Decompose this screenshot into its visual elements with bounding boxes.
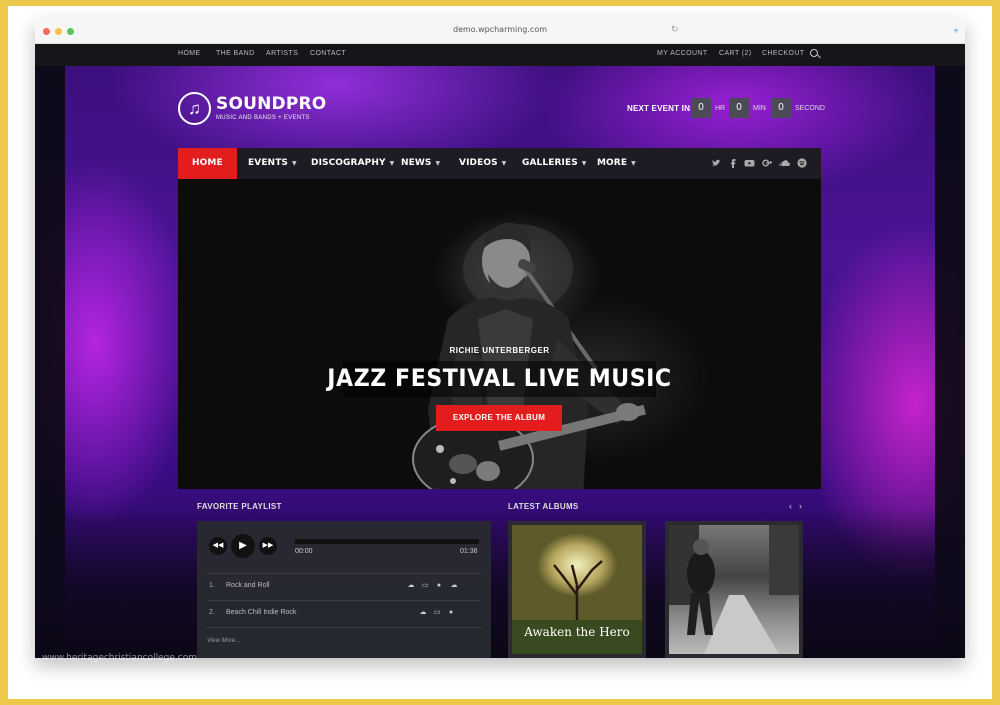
hero-subtitle: RICHIE UNTERBERGER	[449, 346, 550, 355]
toplink-the-band[interactable]: THE BAND	[216, 50, 255, 57]
logo-title[interactable]: SOUNDPRO	[216, 94, 326, 114]
playlist-track[interactable]: 2. Beach Chill Indie Rock ☁ ▭ ●	[207, 600, 481, 624]
toplink-contact[interactable]: CONTACT	[310, 50, 346, 57]
nav-news-label: NEWS	[401, 158, 432, 168]
album-title: Awaken the Hero	[524, 625, 630, 639]
countdown-min-label: MIN	[753, 105, 766, 112]
countdown-seconds: 0	[771, 98, 791, 118]
spotify-icon[interactable]: ●	[435, 582, 443, 589]
toplink-home[interactable]: HOME	[178, 50, 201, 57]
spotify-icon[interactable]	[797, 158, 807, 168]
albums-heading: LATEST ALBUMS	[508, 502, 579, 511]
main-nav: HOME EVENTS ▼ DISCOGRAPHY ▼ NEWS ▼ VIDEOS ▼ …	[178, 148, 821, 179]
chevron-down-icon: ▼	[501, 160, 507, 167]
twitter-icon[interactable]	[711, 158, 721, 168]
soundcloud-icon[interactable]	[779, 158, 790, 168]
nav-discography[interactable]: DISCOGRAPHY ▼	[311, 148, 394, 179]
toplink-artists[interactable]: ARTISTS	[266, 50, 298, 57]
nav-events-label: EVENTS	[248, 158, 289, 168]
toplink-my-account[interactable]: MY ACCOUNT	[657, 50, 708, 57]
browser-window: demo.wpcharming.com ↻ + HOME THE BAND AR…	[35, 18, 965, 658]
cloud-download-icon[interactable]: ☁	[407, 582, 415, 589]
spotify-icon[interactable]: ●	[447, 609, 455, 616]
top-bar: HOME THE BAND ARTISTS CONTACT MY ACCOUNT…	[35, 44, 965, 66]
nav-videos[interactable]: VIDEOS ▼	[459, 148, 506, 179]
duration: 01:36	[460, 548, 478, 555]
chevron-down-icon: ▼	[389, 160, 395, 167]
nav-discography-label: DISCOGRAPHY	[311, 158, 386, 168]
rewind-icon[interactable]: ◀◀	[209, 537, 227, 555]
playlist-heading: FAVORITE PLAYLIST	[197, 502, 282, 511]
toplink-checkout[interactable]: CHECKOUT	[762, 50, 804, 57]
address-bar[interactable]: demo.wpcharming.com	[35, 25, 965, 34]
countdown-minutes: 0	[729, 98, 749, 118]
nav-home[interactable]: HOME	[178, 148, 237, 179]
chevron-left-icon[interactable]: ‹	[789, 501, 792, 511]
nav-more-label: MORE	[597, 158, 628, 168]
current-time: 00:00	[295, 548, 313, 555]
street-illustration	[669, 525, 799, 654]
view-more-link[interactable]: View More...	[207, 638, 240, 644]
hero-banner: RICHIE UNTERBERGER JAZZ FESTIVAL LIVE MU…	[178, 179, 821, 489]
countdown-label: NEXT EVENT IN:	[627, 104, 693, 113]
google-plus-icon[interactable]	[762, 158, 773, 168]
hero-title: JAZZ FESTIVAL LIVE MUSIC	[327, 364, 672, 392]
nav-events[interactable]: EVENTS ▼	[248, 148, 297, 179]
track-name[interactable]: Beach Chill Indie Rock	[226, 609, 296, 616]
chevron-right-icon[interactable]: ›	[799, 501, 802, 511]
nav-news[interactable]: NEWS ▼	[401, 148, 440, 179]
chevron-down-icon: ▼	[631, 160, 636, 167]
track-number: 2.	[209, 609, 215, 616]
website: HOME THE BAND ARTISTS CONTACT MY ACCOUNT…	[35, 44, 965, 658]
chevron-down-icon: ▼	[292, 160, 297, 167]
soundcloud-icon[interactable]: ☁	[450, 582, 458, 589]
play-icon[interactable]: ▶	[231, 534, 255, 558]
track-name[interactable]: Rock and Roll	[226, 582, 270, 589]
track-divider	[207, 627, 481, 628]
new-tab-icon[interactable]: +	[953, 26, 959, 37]
countdown-hr-label: HR	[715, 105, 726, 112]
toplink-cart[interactable]: CART (2)	[719, 50, 752, 57]
crowd-background	[35, 508, 965, 658]
album-card[interactable]	[665, 521, 803, 658]
nav-galleries-label: GALLERIES	[522, 158, 578, 168]
nav-videos-label: VIDEOS	[459, 158, 498, 168]
music-note-icon[interactable]: ♫	[178, 92, 211, 125]
browser-toolbar: demo.wpcharming.com ↻ +	[35, 18, 965, 44]
logo-subtitle: MUSIC AND BANDS + EVENTS	[216, 115, 310, 121]
album-card[interactable]: Awaken the Hero	[508, 521, 646, 658]
apple-icon[interactable]	[463, 609, 471, 616]
album-cover[interactable]: Awaken the Hero	[512, 525, 642, 654]
playlist-track[interactable]: 1. Rock and Roll ☁ ▭ ● ☁	[207, 573, 481, 597]
progress-bar[interactable]	[295, 539, 479, 544]
reload-icon[interactable]: ↻	[671, 24, 679, 35]
explore-album-button[interactable]: EXPLORE THE ALBUM	[436, 405, 562, 431]
watermark: www.heritagechristiancollege.com	[42, 653, 197, 663]
album-cover[interactable]	[669, 525, 799, 654]
credit-card-icon[interactable]: ▭	[421, 582, 429, 589]
countdown-hours: 0	[691, 98, 711, 118]
nav-more[interactable]: MORE ▼	[597, 148, 636, 179]
fast-forward-icon[interactable]: ▶▶	[259, 537, 277, 555]
audio-player: ◀◀ ▶ ▶▶ 00:00 01:36 1. Rock and Roll ☁ ▭…	[197, 521, 491, 658]
credit-card-icon[interactable]: ▭	[433, 609, 441, 616]
facebook-icon[interactable]	[728, 158, 738, 168]
nav-home-label: HOME	[192, 158, 223, 168]
track-number: 1.	[209, 582, 215, 589]
cloud-download-icon[interactable]: ☁	[419, 609, 427, 616]
chevron-down-icon: ▼	[581, 160, 587, 167]
nav-galleries[interactable]: GALLERIES ▼	[522, 148, 587, 179]
apple-icon[interactable]	[465, 582, 473, 589]
youtube-icon[interactable]	[744, 158, 755, 168]
chevron-down-icon: ▼	[435, 160, 441, 167]
search-icon[interactable]	[810, 49, 818, 57]
countdown-second-label: SECOND	[795, 105, 825, 112]
